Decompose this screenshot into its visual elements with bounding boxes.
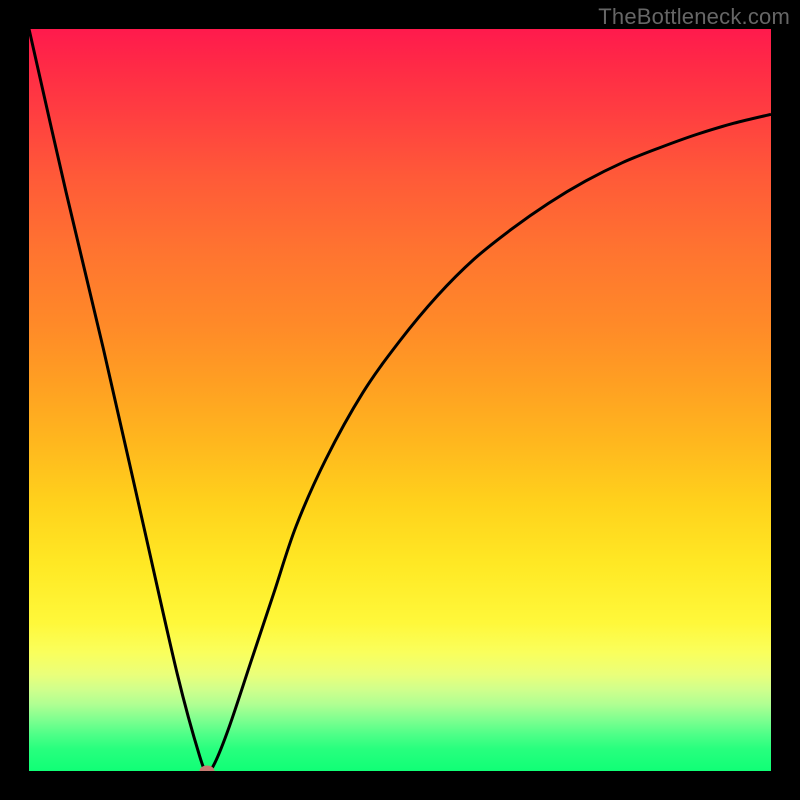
plot-area (29, 29, 771, 771)
watermark-text: TheBottleneck.com (598, 4, 790, 30)
optimal-marker (200, 766, 215, 772)
curve-path (29, 29, 771, 771)
bottleneck-curve (29, 29, 771, 771)
